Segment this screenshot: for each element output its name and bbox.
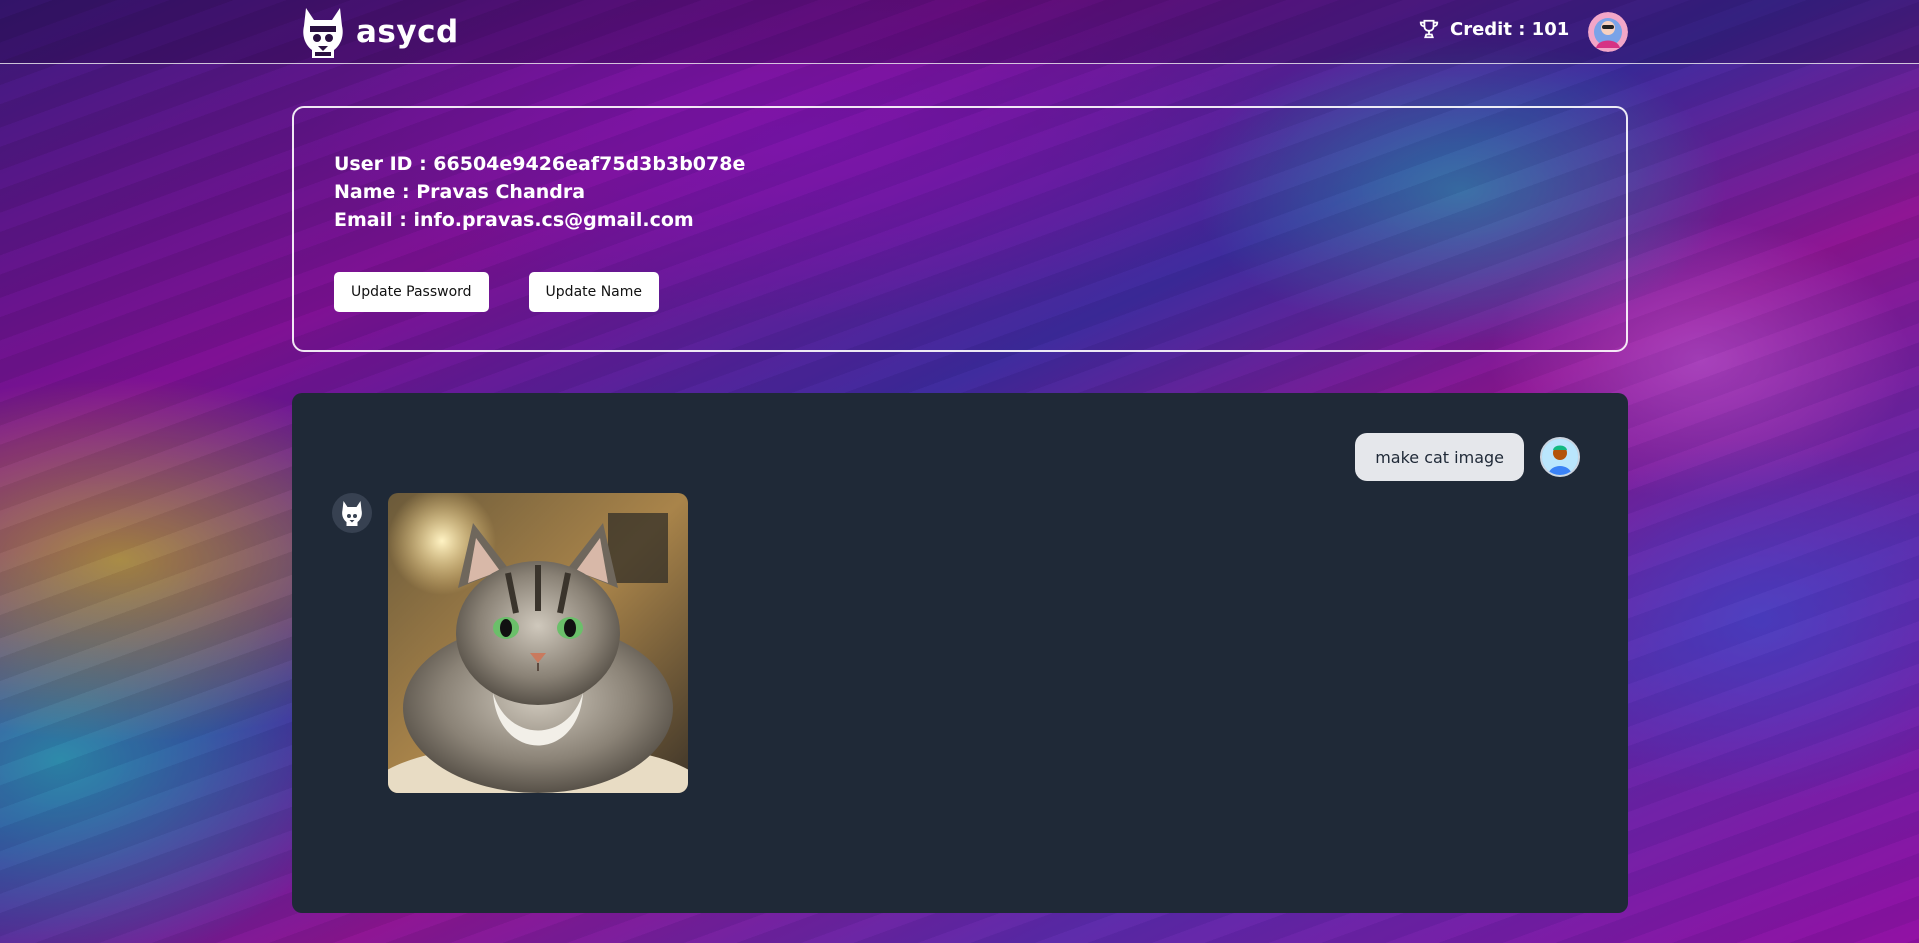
top-navbar: asycd Credit : 101 <box>0 0 1919 64</box>
user-id-text: User ID : 66504e9426eaf75d3b3b078e <box>334 153 746 175</box>
cat-mascot-icon <box>342 501 362 526</box>
user-avatar-image <box>1542 439 1578 475</box>
chat-panel: make cat image <box>292 393 1628 913</box>
account-details: User ID : 66504e9426eaf75d3b3b078e Name … <box>334 150 745 234</box>
trophy-icon <box>1419 19 1439 39</box>
update-name-button[interactable]: Update Name <box>528 272 660 312</box>
profile-avatar[interactable] <box>1588 12 1628 52</box>
update-password-button[interactable]: Update Password <box>334 272 489 312</box>
bot-message <box>332 493 688 793</box>
generated-cat-image[interactable] <box>388 493 688 793</box>
user-email-text: Email : info.pravas.cs@gmail.com <box>334 209 694 231</box>
user-message-bubble: make cat image <box>1355 433 1524 481</box>
cat-mascot-icon <box>303 8 343 58</box>
user-avatar <box>1540 437 1580 477</box>
account-actions: Update Password Update Name <box>334 272 660 312</box>
profile-avatar-image <box>1588 12 1628 52</box>
user-name-text: Name : Pravas Chandra <box>334 181 586 203</box>
bot-avatar <box>332 493 372 533</box>
credit-text: Credit : 101 <box>1450 18 1570 40</box>
account-info-card: User ID : 66504e9426eaf75d3b3b078e Name … <box>292 106 1628 352</box>
brand-link[interactable]: asycd <box>298 4 459 60</box>
credit-indicator: Credit : 101 <box>1418 18 1569 40</box>
brand-name: asycd <box>356 14 459 50</box>
user-message: make cat image <box>1355 433 1580 481</box>
